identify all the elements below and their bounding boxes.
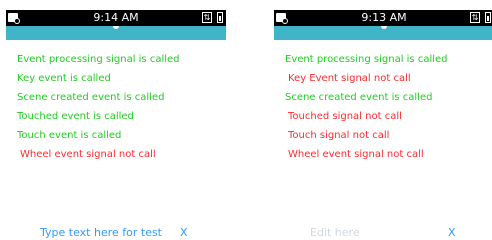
status-bar: 9:13 AM ⇅ [274,10,492,26]
device-screen-right: 9:13 AM ⇅ Event processing signal is cal… [274,0,492,240]
battery-icon [217,12,223,23]
log-item-event-processing: Event processing signal is called [285,54,448,65]
app-header [6,26,226,40]
event-log-list: Event processing signal is called Key ev… [6,50,226,164]
clear-input-button[interactable]: X [180,226,188,240]
event-log-list: Event processing signal is called Key Ev… [274,50,492,164]
edit-text-input[interactable] [310,226,460,240]
log-item-touch: Touch signal not call [288,130,390,141]
log-item-event-processing: Event processing signal is called [17,54,180,65]
indicator-handle[interactable] [381,26,387,29]
status-clock: 9:14 AM [93,11,139,24]
test-text-input[interactable] [40,226,190,240]
indicator-handle[interactable] [113,26,119,29]
clear-input-button[interactable]: X [448,226,456,240]
log-item-touch: Touch event is called [17,130,122,141]
log-item-touched: Touched event is called [17,111,134,122]
status-clock: 9:13 AM [361,11,407,24]
log-item-key-event: Key Event signal not call [288,73,411,84]
log-item-touched: Touched signal not call [288,111,402,122]
status-bar: 9:14 AM ⇅ [6,10,226,26]
battery-icon [485,12,491,23]
input-bar: X [274,226,492,240]
data-signal-icon: ⇅ [470,12,480,23]
log-item-scene-created: Scene created event is called [17,92,165,103]
data-signal-icon: ⇅ [202,12,212,23]
log-item-key-event: Key event is called [17,73,111,84]
device-screen-left: 9:14 AM ⇅ Event processing signal is cal… [6,0,226,240]
log-item-wheel: Wheel event signal not call [288,149,424,160]
log-item-scene-created: Scene created event is called [285,92,433,103]
input-bar: X [6,226,226,240]
app-header [274,26,492,40]
log-item-wheel: Wheel event signal not call [20,149,156,160]
